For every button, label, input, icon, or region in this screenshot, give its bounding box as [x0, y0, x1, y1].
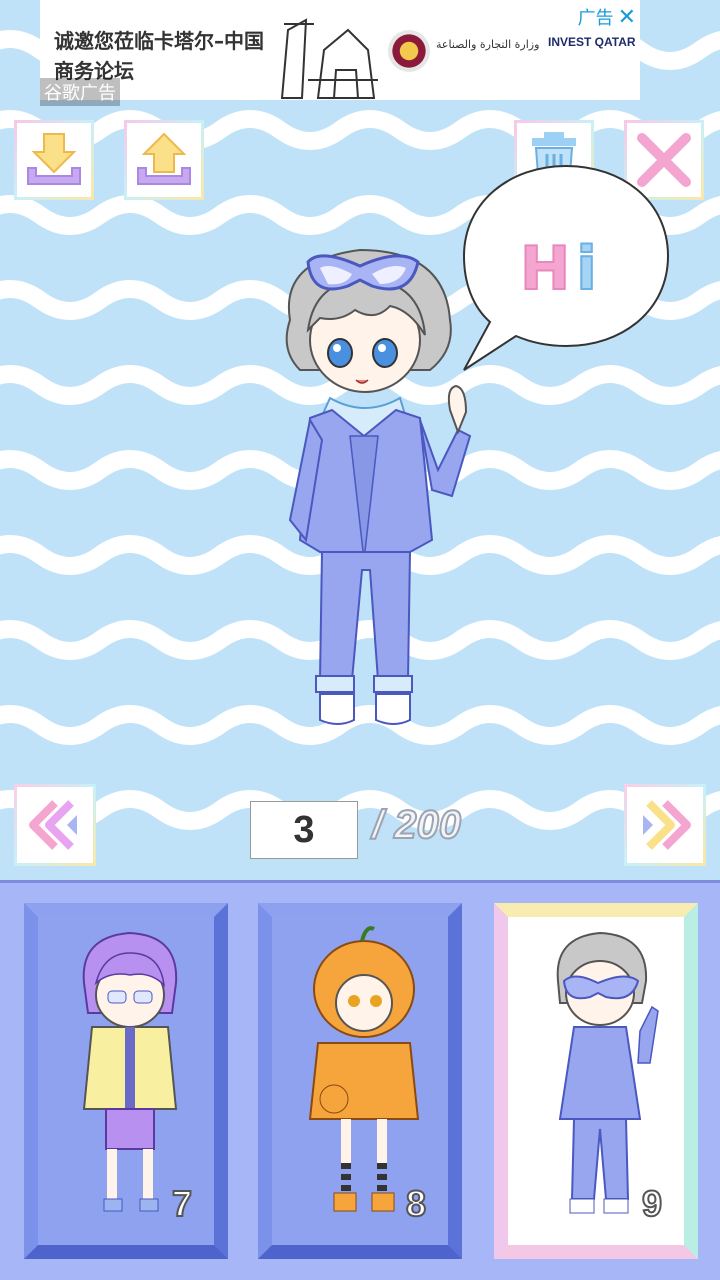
previous-button[interactable] [14, 784, 96, 866]
save-button[interactable] [14, 120, 94, 200]
save-slot-8[interactable]: 8 [258, 903, 462, 1259]
slot-character-8 [308, 926, 420, 1212]
ad-close-icon[interactable]: ✕ [618, 5, 636, 30]
upload-icon [137, 132, 191, 185]
slot-character-7 [82, 931, 178, 1212]
double-chevron-right-icon [643, 800, 691, 850]
character-preview[interactable] [260, 240, 480, 740]
speech-letter-h: H [519, 233, 577, 305]
load-button[interactable] [124, 120, 204, 200]
ad-building-illustration [280, 18, 378, 99]
save-slot-9[interactable]: 9 [494, 903, 698, 1259]
ad-source-label: 谷歌广告 [40, 78, 120, 106]
ad-info[interactable]: 广告 ✕ [578, 4, 636, 30]
slot-number: 9 [641, 1182, 663, 1225]
ad-banner[interactable]: 诚邀您莅临卡塔尔–中国商务论坛 وزارة التجارة والصناعة I… [40, 0, 640, 106]
slot-number: 8 [405, 1182, 427, 1225]
slot-character-9 [556, 931, 659, 1214]
ad-headline[interactable]: 诚邀您莅临卡塔尔–中国商务论坛 [54, 26, 274, 86]
page-number-input[interactable]: 3 [250, 801, 358, 859]
next-button[interactable] [624, 784, 706, 866]
speech-letter-i: i [575, 233, 603, 305]
speech-text: Hi [519, 233, 603, 305]
ad-arabic-text: وزارة التجارة والصناعة [436, 38, 540, 51]
ad-tag-label: 广告 [577, 8, 614, 29]
download-icon [27, 133, 81, 185]
ministry-emblem [388, 30, 430, 72]
page-total: / 200 [371, 802, 462, 848]
save-slot-7[interactable]: 7 [24, 903, 228, 1259]
invest-qatar-logo: INVEST QATAR [548, 35, 636, 49]
double-chevron-left-icon [29, 800, 77, 850]
slot-number: 7 [171, 1182, 193, 1225]
